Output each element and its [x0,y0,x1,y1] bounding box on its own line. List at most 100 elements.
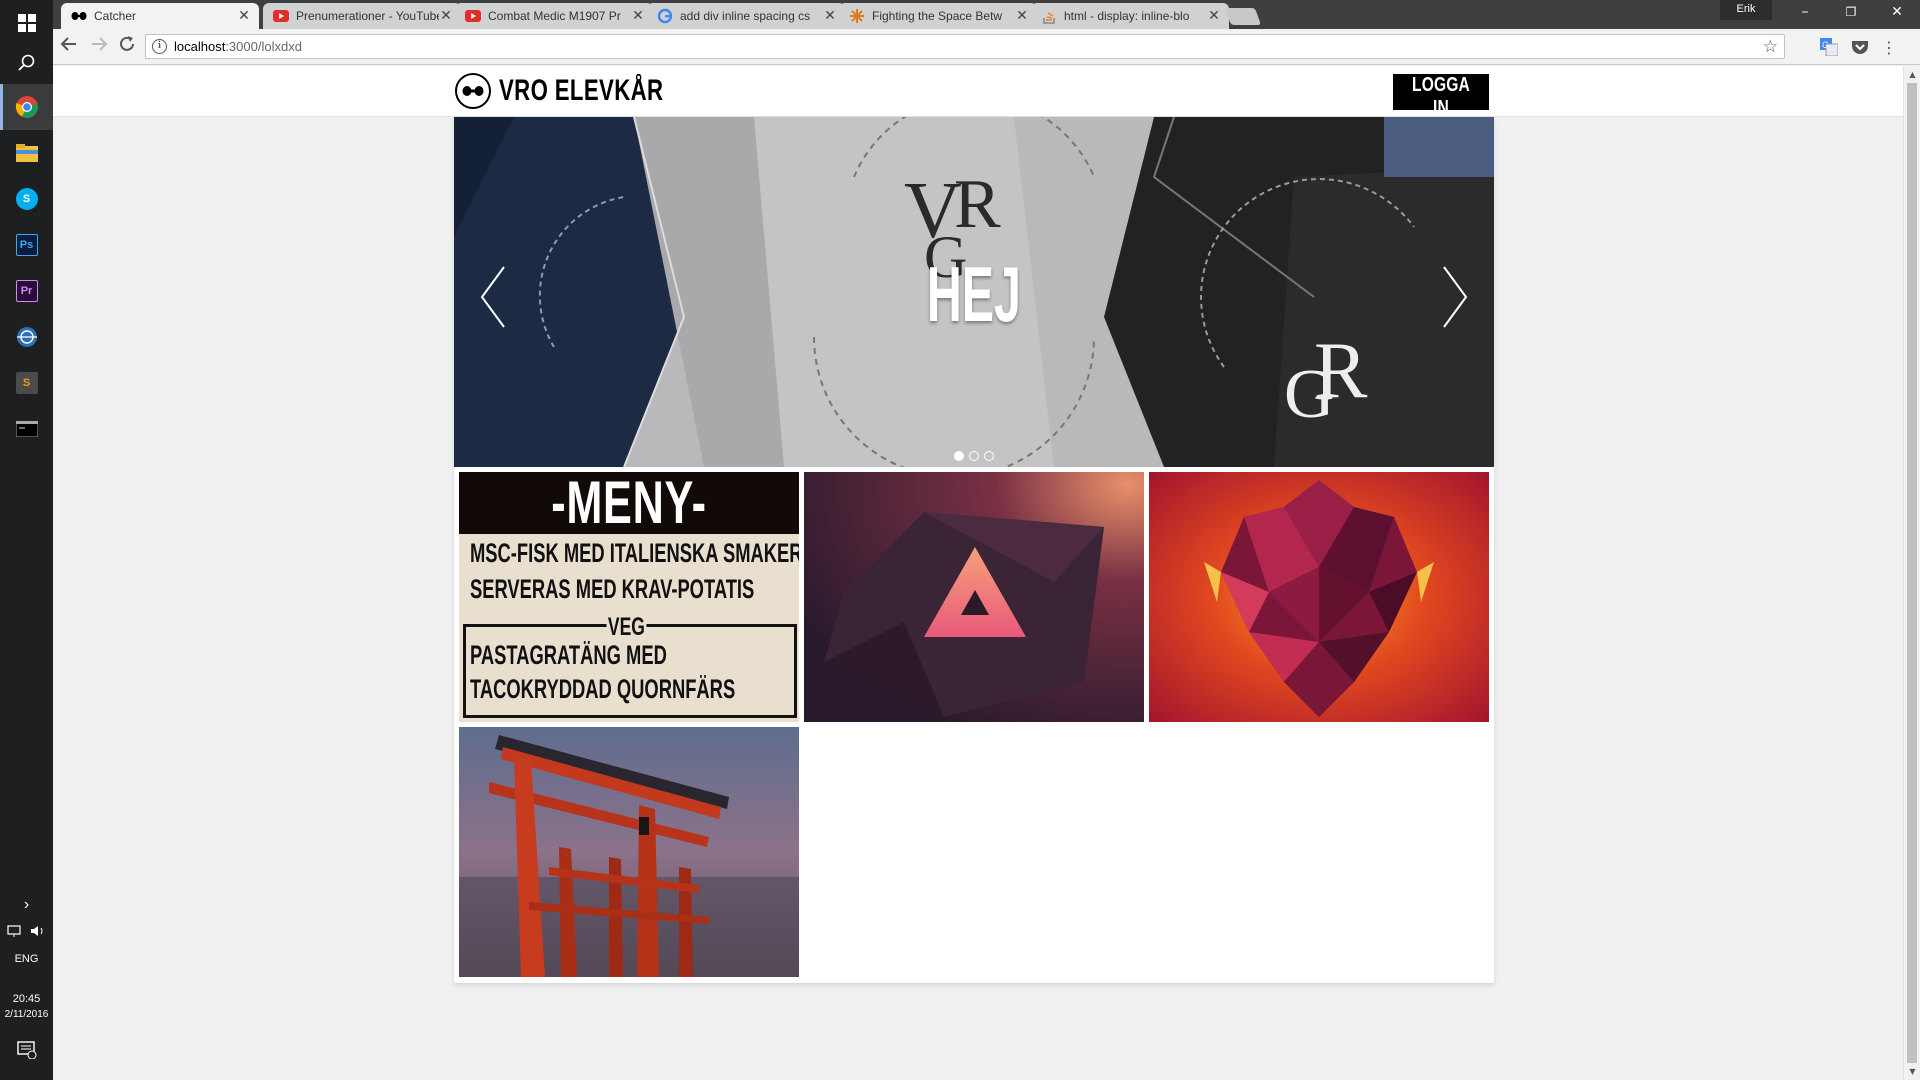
svg-text:G: G [1284,356,1335,433]
forward-arrow-icon [92,37,108,51]
login-button[interactable]: LOGGA IN [1393,74,1489,119]
menu-line: MSC-FISK MED ITALIENSKA SMAKER [470,538,799,568]
page-scrollbar[interactable]: ▲ ▼ [1903,66,1920,1080]
close-icon[interactable]: ✕ [1015,9,1029,23]
photoshop-icon: Ps [15,234,38,256]
carousel-caption: HEJ [926,250,1022,338]
menu-card: -MENY- MSC-FISK MED ITALIENSKA SMAKER SE… [459,472,799,722]
close-icon[interactable]: ✕ [823,9,837,23]
google-icon [657,8,673,24]
tab-title: add div inline spacing cs [680,9,811,23]
clock-date[interactable]: 2/11/2016 [0,1008,53,1022]
close-icon[interactable]: ✕ [439,9,453,23]
address-bar[interactable]: i localhost:3000/lolxdxd ☆ [145,34,1785,59]
menu-title: -MENY- [459,472,799,534]
folder-icon [15,144,38,162]
scrollbar-thumb[interactable] [1907,83,1917,1063]
heart-artwork [1149,472,1489,722]
triangle-artwork [804,472,1144,722]
clock-time[interactable]: 20:45 [0,992,53,1006]
svg-text:G: G [1822,40,1829,50]
tray-icons[interactable] [0,924,53,942]
veg-line: TACOKRYDDAD QUORNFÄRS [470,674,736,704]
sublime-icon: S [15,372,38,394]
premiere-icon: Pr [15,280,38,302]
tab-title: Catcher [94,9,137,23]
windows-taskbar: S Ps Pr S › ENG 20:45 2/11/2016 [0,0,53,1080]
terminal-icon [15,421,38,437]
chrome-menu-icon[interactable]: ⋮ [1881,37,1897,57]
veg-label: VEG [606,613,646,642]
profile-button[interactable]: Erik [1720,0,1772,20]
torii-gate-artwork [459,727,799,977]
language-indicator[interactable]: ENG [0,952,53,966]
pocket-icon [1852,41,1868,54]
menu-line: SERVERAS MED KRAV-POTATIS [470,574,755,604]
minimize-icon[interactable]: – [1782,0,1828,26]
gallery-image-torii[interactable] [459,727,799,977]
back-button[interactable] [57,35,81,59]
css-tricks-icon [849,8,865,24]
taskbar-skype[interactable]: S [0,176,53,222]
tab-catcher[interactable]: Catcher ✕ [61,3,259,29]
youtube-icon [465,8,481,24]
tab-prenumerationer[interactable]: Prenumerationer - YouTube ✕ [263,3,461,29]
taskbar-chrome[interactable] [0,84,53,130]
gallery-image-heart[interactable] [1149,472,1489,722]
chevron-up-icon[interactable]: › [0,897,53,913]
bookmark-star-icon[interactable]: ☆ [1763,37,1778,57]
youtube-icon [273,8,289,24]
restore-icon[interactable]: ❐ [1828,0,1874,26]
scroll-up-icon[interactable]: ▲ [1904,66,1920,83]
new-tab-button[interactable] [1224,8,1262,25]
network-volume-icon [6,925,42,937]
stackoverflow-icon [1041,8,1057,24]
skype-icon: S [15,188,38,210]
site-header: VRO ELEVKÅR LOGGA IN [53,66,1903,119]
back-arrow-icon [60,37,76,51]
reload-button[interactable] [115,35,139,59]
carousel-dot-1[interactable] [954,451,964,461]
hero-carousel: V R G R G HEJ [454,117,1494,467]
taskbar-terminal[interactable] [0,406,53,452]
tab-title: Prenumerationer - YouTube [296,9,439,23]
catcher-icon [71,8,87,24]
scroll-down-icon[interactable]: ▼ [1904,1063,1920,1080]
close-icon[interactable]: ✕ [1207,9,1221,23]
carousel-dot-2[interactable] [969,451,979,461]
taskbar-app-globe[interactable] [0,314,53,360]
windows-icon [17,14,36,32]
browser-toolbar: i localhost:3000/lolxdxd ☆ G ⋮ [53,29,1920,65]
close-icon[interactable]: ✕ [631,9,645,23]
browser-tabstrip: Catcher ✕ Prenumerationer - YouTube ✕ Co… [53,0,1920,29]
notification-icon [16,1041,36,1059]
gallery-image-triangle[interactable] [804,472,1144,722]
veg-line: PASTAGRATÄNG MED [470,640,667,670]
tab-google-search[interactable]: add div inline spacing cs ✕ [647,3,845,29]
translate-icon: G [1820,38,1838,56]
translate-extension[interactable]: G [1819,37,1839,57]
taskbar-photoshop[interactable]: Ps [0,222,53,268]
globe-icon [16,327,37,347]
logo-icon [455,73,491,109]
pocket-extension[interactable] [1850,37,1870,57]
info-icon[interactable]: i [152,39,167,54]
forward-button[interactable] [87,35,111,59]
taskbar-file-explorer[interactable] [0,130,53,176]
carousel-indicators [454,451,1494,461]
tab-css-tricks[interactable]: Fighting the Space Betw ✕ [839,3,1037,29]
taskbar-sublime[interactable]: S [0,360,53,406]
close-icon[interactable]: ✕ [237,9,251,23]
close-window-icon[interactable]: ✕ [1874,0,1920,26]
carousel-dot-3[interactable] [984,451,994,461]
search-button[interactable] [0,40,53,86]
taskbar-premiere[interactable]: Pr [0,268,53,314]
url-text: localhost:3000/lolxdxd [174,39,302,54]
tab-stackoverflow[interactable]: html - display: inline-blo ✕ [1031,3,1229,29]
site-logo[interactable]: VRO ELEVKÅR [455,73,721,109]
action-center-button[interactable] [0,1030,53,1070]
tab-combat-medic[interactable]: Combat Medic M1907 Pr ✕ [455,3,653,29]
reload-icon [120,36,134,51]
tab-title: Combat Medic M1907 Pr [488,9,621,23]
main-content: V R G R G HEJ -MENY- MSC-FISK MED ITALIE… [454,117,1494,983]
